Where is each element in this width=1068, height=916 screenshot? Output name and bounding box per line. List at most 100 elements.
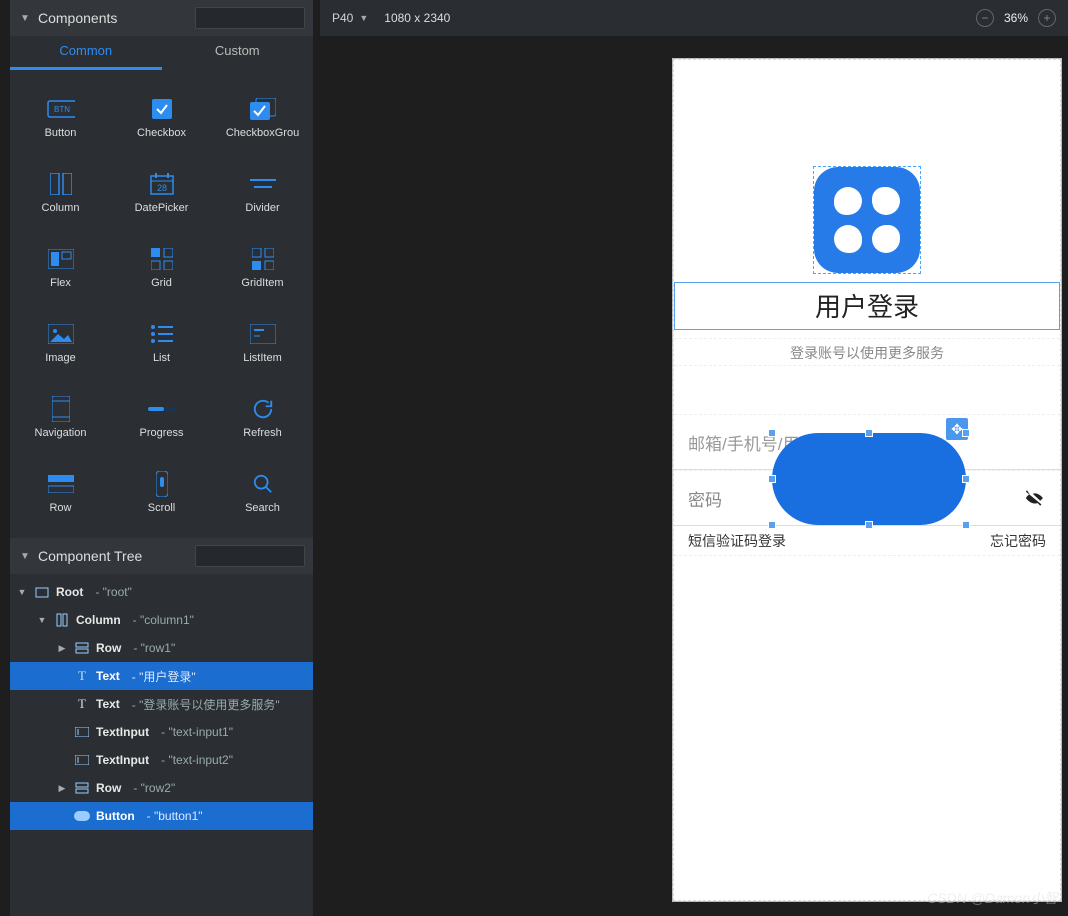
app-logo-icon (814, 167, 920, 273)
chevron-down-icon: ▼ (359, 13, 368, 23)
tree-type-icon: T (74, 668, 90, 684)
search-comp-icon (249, 472, 277, 496)
forgot-password-link[interactable]: 忘记密码 (990, 531, 1046, 551)
tree-node-textinput[interactable]: TextInput - "text-input1" (10, 718, 313, 746)
tree-node-name: Text (96, 669, 120, 683)
tree-type-icon (74, 752, 90, 768)
preview-subtitle-text[interactable]: 登录账号以使用更多服务 (674, 338, 1060, 366)
zoom-in-button[interactable]: + (1038, 9, 1056, 27)
components-search[interactable] (195, 7, 305, 29)
tree-node-id: - "登录账号以使用更多服务" (132, 696, 280, 713)
tree-search[interactable] (195, 545, 305, 567)
component-checkboxgroup[interactable]: CheckboxGrou (212, 80, 313, 155)
component-datepicker[interactable]: 28 DatePicker (111, 155, 212, 230)
tree-node-name: Root (56, 585, 83, 599)
tree-node-button[interactable]: Button - "button1" (10, 802, 313, 830)
column-icon (47, 172, 75, 196)
tree-node-root[interactable]: ▼ Root - "root" (10, 578, 313, 606)
tree-node-row[interactable]: ▶Row- "row2" (10, 774, 313, 802)
tree-type-icon: T (74, 696, 90, 712)
tree-node-name: Column (76, 613, 121, 627)
tree-node-id: - "column1" (133, 613, 194, 627)
tree-node-name: Text (96, 697, 120, 711)
preview-logo[interactable] (813, 166, 921, 274)
datepicker-icon: 28 (148, 172, 176, 196)
preview-root: 用户登录 登录账号以使用更多服务 邮箱/手机号/用户名 密码 短信验证码登录 忘… (673, 59, 1061, 901)
component-progress[interactable]: Progress (111, 380, 212, 455)
svg-text:28: 28 (156, 183, 166, 193)
tree-toggle-icon[interactable]: ▼ (36, 615, 48, 625)
eye-off-icon (1024, 487, 1046, 509)
preview-links-row[interactable]: 短信验证码登录 忘记密码 (674, 526, 1060, 556)
tab-custom[interactable]: Custom (162, 36, 314, 70)
sms-login-link[interactable]: 短信验证码登录 (688, 531, 786, 551)
left-panel: ▼ Components Common Custom BTN Button Ch… (10, 0, 313, 916)
component-tree: ▼Root- "root"▼Column- "column1"▶Row- "ro… (10, 574, 313, 916)
preview-button-selected[interactable] (772, 433, 966, 525)
tree-node-id: - "row1" (133, 641, 175, 655)
zoom-out-button[interactable]: − (976, 9, 994, 27)
components-tabs: Common Custom (10, 36, 313, 70)
tree-type-icon (54, 612, 70, 628)
collapse-icon[interactable]: ▼ (18, 13, 32, 24)
image-icon (47, 322, 75, 346)
watermark-text: CSDN @Damon小智 (927, 888, 1058, 908)
components-panel-header: ▼ Components (10, 0, 313, 36)
component-image[interactable]: Image (10, 305, 111, 380)
tree-node-id: - "button1" (147, 809, 203, 823)
tree-node-row[interactable]: ▶Row- "row1" (10, 634, 313, 662)
component-flex[interactable]: Flex (10, 230, 111, 305)
navigation-icon (47, 397, 75, 421)
zoom-value: 36% (1004, 11, 1028, 25)
tree-node-id: - "用户登录" (132, 668, 196, 685)
device-selector[interactable]: P40 ▼ (332, 11, 368, 25)
tree-toggle-icon[interactable]: ▶ (56, 783, 68, 794)
tree-toggle-icon[interactable]: ▼ (16, 587, 28, 597)
tree-node-id: - "root" (95, 585, 132, 599)
tree-node-id: - "text-input2" (161, 753, 233, 767)
tree-type-icon (74, 780, 90, 796)
component-divider[interactable]: Divider (212, 155, 313, 230)
component-listitem[interactable]: ListItem (212, 305, 313, 380)
component-navigation[interactable]: Navigation (10, 380, 111, 455)
component-list[interactable]: List (111, 305, 212, 380)
checkboxgroup-icon (249, 97, 277, 121)
device-toolbar: P40 ▼ 1080 x 2340 − 36% + (320, 0, 1068, 36)
component-grid[interactable]: Grid (111, 230, 212, 305)
component-checkbox[interactable]: Checkbox (111, 80, 212, 155)
tree-node-name: Button (96, 809, 135, 823)
components-title: Components (38, 10, 117, 26)
device-name: P40 (332, 11, 353, 25)
component-row[interactable]: Row (10, 455, 111, 530)
component-scroll[interactable]: Scroll (111, 455, 212, 530)
component-griditem[interactable]: GridItem (212, 230, 313, 305)
tree-node-name: TextInput (96, 725, 149, 739)
preview-title-text[interactable]: 用户登录 (674, 282, 1060, 330)
scroll-icon (148, 472, 176, 496)
device-dimensions: 1080 x 2340 (384, 11, 450, 25)
preview-column[interactable]: 用户登录 登录账号以使用更多服务 邮箱/手机号/用户名 密码 短信验证码登录 忘… (673, 59, 1061, 901)
progress-icon (148, 397, 176, 421)
checkbox-icon (148, 97, 176, 121)
input-placeholder: 密码 (688, 486, 722, 511)
collapse-tree-icon[interactable]: ▼ (18, 551, 32, 562)
flex-icon (47, 247, 75, 271)
tree-toggle-icon[interactable]: ▶ (56, 643, 68, 654)
component-column[interactable]: Column (10, 155, 111, 230)
tree-node-id: - "text-input1" (161, 725, 233, 739)
tree-node-textinput[interactable]: TextInput- "text-input2" (10, 746, 313, 774)
component-button[interactable]: BTN Button (10, 80, 111, 155)
row-icon (47, 472, 75, 496)
listitem-icon (249, 322, 277, 346)
components-grid: BTN Button Checkbox CheckboxGrou Column … (10, 70, 313, 530)
design-canvas[interactable]: 用户登录 登录账号以使用更多服务 邮箱/手机号/用户名 密码 短信验证码登录 忘… (320, 36, 1068, 916)
tree-type-icon (74, 724, 90, 740)
component-search[interactable]: Search (212, 455, 313, 530)
svg-text:BTN: BTN (54, 105, 70, 114)
tree-node-column[interactable]: ▼ Column - "column1" (10, 606, 313, 634)
tree-node-text[interactable]: T Text - "用户登录" (10, 662, 313, 690)
tree-node-name: Row (96, 781, 121, 795)
tree-node-text[interactable]: T Text - "登录账号以使用更多服务" (10, 690, 313, 718)
component-refresh[interactable]: Refresh (212, 380, 313, 455)
tab-common[interactable]: Common (10, 36, 162, 70)
